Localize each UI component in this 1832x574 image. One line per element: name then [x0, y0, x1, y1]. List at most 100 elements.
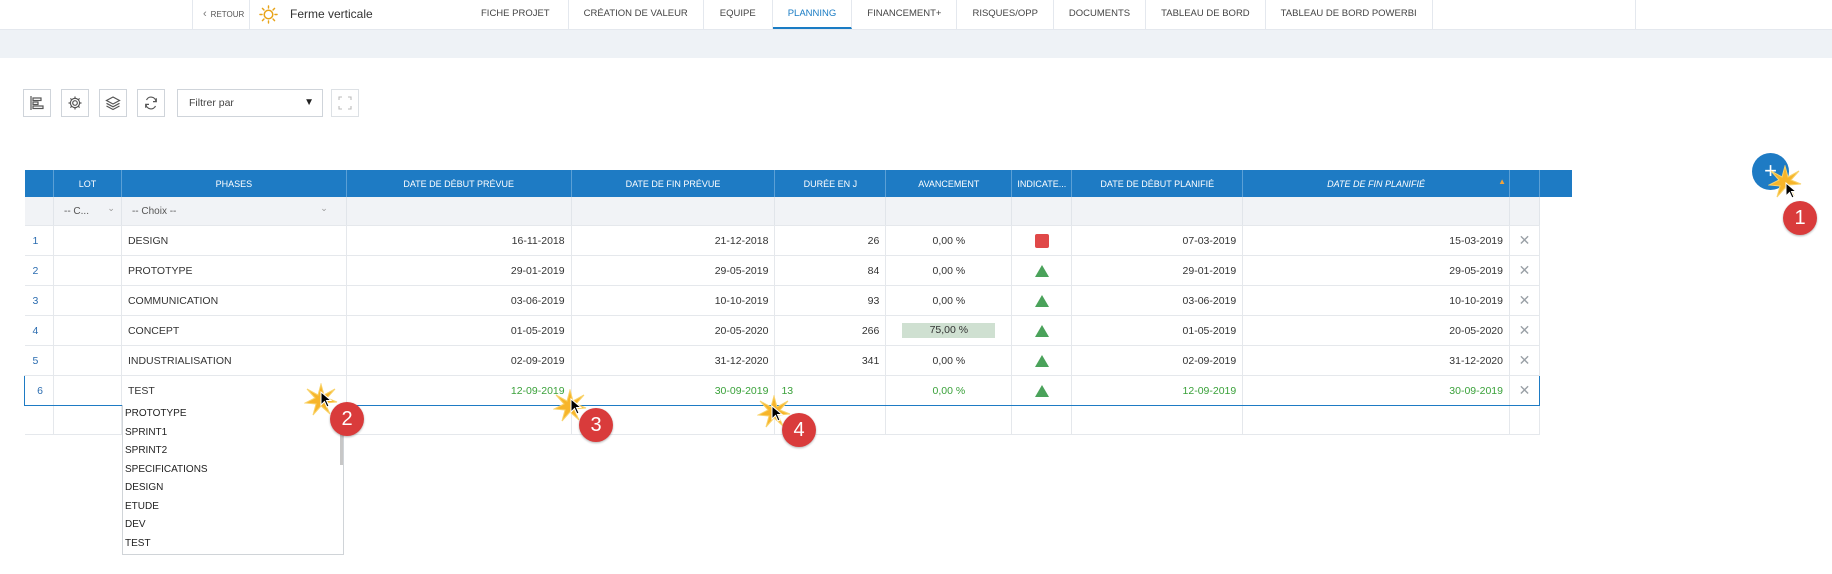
dropdown-option[interactable]: DESIGN: [123, 479, 343, 498]
plan-start-cell[interactable]: 02-09-2019: [1071, 345, 1244, 376]
indicator-cell: [1011, 375, 1073, 406]
plan-end-cell[interactable]: 30-09-2019: [1242, 375, 1510, 406]
gantt-view-button[interactable]: [23, 89, 51, 117]
tab-equipe[interactable]: EQUIPE: [704, 0, 773, 29]
plan-end-cell[interactable]: 31-12-2020: [1242, 345, 1510, 376]
lot-cell[interactable]: [53, 345, 122, 376]
progress-cell[interactable]: 0,00 %: [885, 285, 1013, 316]
dropdown-option[interactable]: DEV: [123, 516, 343, 535]
lot-filter-select[interactable]: -- C... ⌄: [53, 197, 122, 226]
column-header-start-planned[interactable]: DATE DE DÉBUT PRÉVUE: [346, 170, 572, 197]
chevron-left-icon: ‹: [203, 8, 207, 20]
progress-cell[interactable]: 0,00 %: [885, 375, 1013, 406]
column-header-start-scheduled[interactable]: DATE DE DÉBUT PLANIFIÉ: [1071, 170, 1244, 197]
tab-planning[interactable]: PLANNING: [772, 0, 853, 29]
phase-cell[interactable]: INDUSTRIALISATION: [121, 345, 347, 376]
start-date-cell[interactable]: 16-11-2018: [346, 225, 572, 256]
delete-row-button[interactable]: ✕: [1509, 255, 1540, 286]
plan-start-cell[interactable]: 03-06-2019: [1071, 285, 1244, 316]
tab-financement[interactable]: FINANCEMENT+: [852, 0, 958, 29]
lot-cell[interactable]: [53, 225, 122, 256]
column-header-phases[interactable]: PHASES: [121, 170, 347, 197]
fullscreen-button[interactable]: [331, 89, 359, 117]
dropdown-option[interactable]: TEST: [123, 535, 343, 554]
start-date-cell[interactable]: 29-01-2019: [346, 255, 572, 286]
mouse-cursor-icon: [771, 405, 783, 422]
progress-cell[interactable]: 0,00 %: [885, 255, 1013, 286]
tab-fiche-projet[interactable]: FICHE PROJET: [463, 0, 569, 29]
editing-row[interactable]: 6 TEST 12-09-2019 30-09-2019 13 0,00 % 1…: [24, 375, 1572, 406]
column-header-duration[interactable]: DURÉE EN J: [774, 170, 887, 197]
filter-dropdown[interactable]: Filtrer par ▼: [177, 89, 323, 117]
duration-cell[interactable]: 341: [774, 345, 887, 376]
table-row[interactable]: 1 DESIGN 16-11-2018 21-12-2018 26 0,00 %…: [24, 225, 1572, 256]
table-row[interactable]: 4 CONCEPT 01-05-2019 20-05-2020 266 75,0…: [24, 315, 1572, 346]
settings-button[interactable]: [61, 89, 89, 117]
phase-cell[interactable]: DESIGN: [121, 225, 347, 256]
end-date-cell[interactable]: 20-05-2020: [571, 315, 776, 346]
progress-cell[interactable]: 0,00 %: [885, 225, 1013, 256]
delete-row-button[interactable]: ✕: [1509, 345, 1540, 376]
table-row[interactable]: 5 INDUSTRIALISATION 02-09-2019 31-12-202…: [24, 345, 1572, 376]
column-header-progress[interactable]: AVANCEMENT: [885, 170, 1013, 197]
duration-cell[interactable]: 266: [774, 315, 887, 346]
delete-row-button[interactable]: ✕: [1509, 225, 1540, 256]
table-row[interactable]: 2 PROTOTYPE 29-01-2019 29-05-2019 84 0,0…: [24, 255, 1572, 286]
end-date-cell[interactable]: 29-05-2019: [571, 255, 776, 286]
plan-start-cell[interactable]: 29-01-2019: [1071, 255, 1244, 286]
back-button[interactable]: ‹ RETOUR: [203, 0, 244, 29]
delete-row-button[interactable]: ✕: [1509, 285, 1540, 316]
plan-end-cell[interactable]: 15-03-2019: [1242, 225, 1510, 256]
lot-cell[interactable]: [53, 315, 122, 346]
column-header-end-planned[interactable]: DATE DE FIN PRÉVUE: [571, 170, 776, 197]
plan-end-cell[interactable]: 10-10-2019: [1242, 285, 1510, 316]
end-date-cell[interactable]: 31-12-2020: [571, 345, 776, 376]
lot-cell[interactable]: [53, 255, 122, 286]
plan-start-cell[interactable]: 01-05-2019: [1071, 315, 1244, 346]
progress-cell[interactable]: 75,00 %: [885, 315, 1013, 346]
progress-cell[interactable]: 0,00 %: [885, 345, 1013, 376]
delete-row-button[interactable]: ✕: [1509, 315, 1540, 346]
phase-cell[interactable]: PROTOTYPE: [121, 255, 347, 286]
start-date-cell[interactable]: 12-09-2019: [346, 375, 572, 406]
column-header-indicator[interactable]: INDICATE...: [1011, 170, 1073, 197]
tab-risques-opp[interactable]: RISQUES/OPP: [957, 0, 1054, 29]
duration-cell[interactable]: 84: [774, 255, 887, 286]
table-row[interactable]: 3 COMMUNICATION 03-06-2019 10-10-2019 93…: [24, 285, 1572, 316]
start-date-cell[interactable]: 03-06-2019: [346, 285, 572, 316]
tab-documents[interactable]: DOCUMENTS: [1054, 0, 1147, 29]
duration-cell[interactable]: 93: [774, 285, 887, 316]
start-date-cell[interactable]: 01-05-2019: [346, 315, 572, 346]
plan-start-cell[interactable]: 12-09-2019: [1071, 375, 1244, 406]
duration-cell[interactable]: 13: [774, 375, 887, 406]
plan-end-cell[interactable]: 20-05-2020: [1242, 315, 1510, 346]
phase-dropdown-list[interactable]: PROTOTYPE SPRINT1 SPRINT2 SPECIFICATIONS…: [122, 405, 344, 555]
dropdown-option[interactable]: ETUDE: [123, 498, 343, 517]
dropdown-option[interactable]: SPRINT2: [123, 442, 343, 461]
column-header-lot[interactable]: LOT: [53, 170, 122, 197]
refresh-button[interactable]: [137, 89, 165, 117]
tab-tableau-de-bord[interactable]: TABLEAU DE BORD: [1146, 0, 1266, 29]
dropdown-option[interactable]: SPECIFICATIONS: [123, 461, 343, 480]
end-date-cell[interactable]: 10-10-2019: [571, 285, 776, 316]
layers-button[interactable]: [99, 89, 127, 117]
delete-row-button[interactable]: ✕: [1509, 375, 1540, 406]
phase-filter-select[interactable]: -- Choix -- ⌄: [121, 197, 347, 226]
annotation-badge: 2: [330, 402, 364, 436]
indicator-cell: [1011, 285, 1073, 316]
tab-creation-de-valeur[interactable]: CRÉATION DE VALEUR: [569, 0, 704, 29]
column-header-end-scheduled[interactable]: DATE DE FIN PLANIFIÉ ▲: [1242, 170, 1510, 197]
lot-cell[interactable]: [53, 375, 122, 406]
start-date-cell[interactable]: 02-09-2019: [346, 345, 572, 376]
lot-cell[interactable]: [53, 285, 122, 316]
phase-cell[interactable]: COMMUNICATION: [121, 285, 347, 316]
tab-tableau-de-bord-powerbi[interactable]: TABLEAU DE BORD POWERBI: [1266, 0, 1433, 29]
duration-cell[interactable]: 26: [774, 225, 887, 256]
end-date-cell[interactable]: 30-09-2019: [571, 375, 776, 406]
phase-cell[interactable]: CONCEPT: [121, 315, 347, 346]
column-header-index: [24, 170, 54, 197]
plan-end-cell[interactable]: 29-05-2019: [1242, 255, 1510, 286]
plan-start-cell[interactable]: 07-03-2019: [1071, 225, 1244, 256]
end-date-cell[interactable]: 21-12-2018: [571, 225, 776, 256]
dropdown-option[interactable]: SPRINT1: [123, 424, 343, 443]
